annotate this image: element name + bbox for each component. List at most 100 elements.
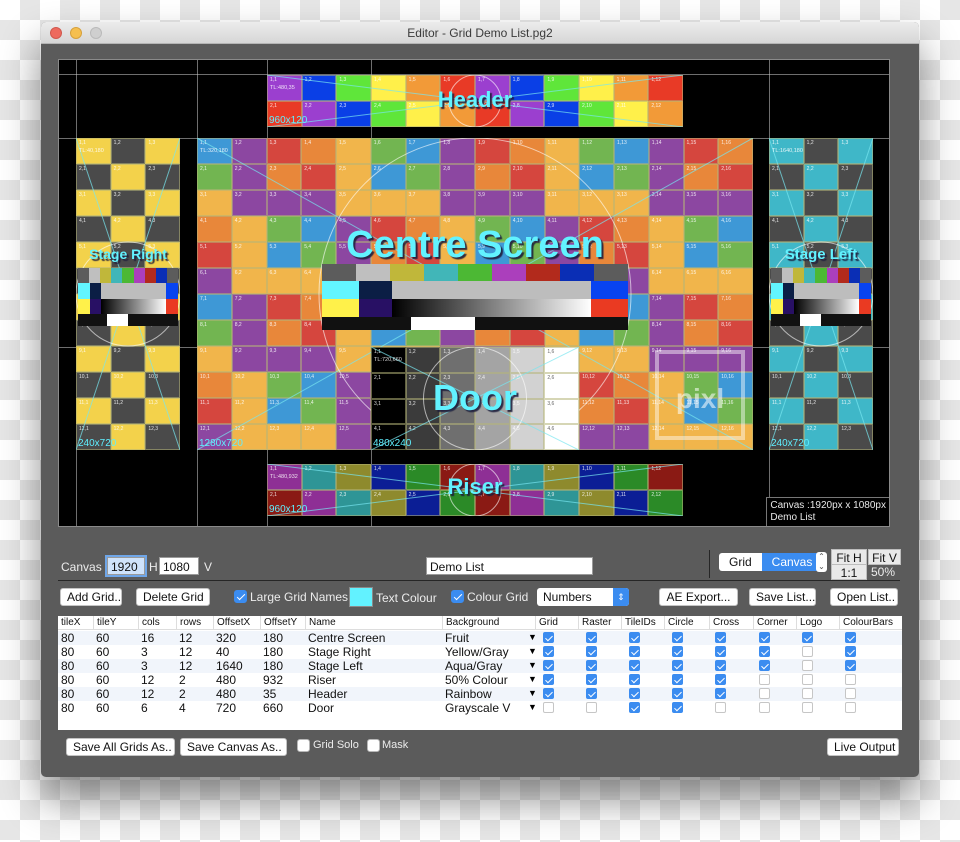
canvas-width-input[interactable]: 1920 (105, 555, 147, 577)
column-header[interactable]: Logo (796, 616, 822, 630)
colourbars-checkbox[interactable] (845, 632, 856, 643)
view-stepper[interactable]: ⌃ ⌄ (816, 552, 827, 572)
colourbars-checkbox[interactable] (845, 674, 856, 685)
background-dropdown-icon[interactable]: ▼ (528, 672, 537, 686)
open-list-button[interactable]: Open List.. (830, 588, 898, 606)
column-header[interactable]: Corner (753, 616, 788, 630)
cross-checkbox[interactable] (715, 702, 726, 713)
cross-checkbox[interactable] (715, 688, 726, 699)
cell-tiley[interactable]: 60 (96, 687, 109, 701)
column-header[interactable]: Raster (578, 616, 611, 630)
cell-rows[interactable]: 12 (179, 645, 192, 659)
cell-rows[interactable]: 2 (179, 687, 186, 701)
column-header[interactable]: Cross (709, 616, 739, 630)
column-header[interactable]: rows (176, 616, 201, 630)
column-header[interactable]: ColourBars (839, 616, 893, 630)
view-mode-segmented-control[interactable]: Grid Canvas (719, 553, 823, 571)
cell-tilex[interactable]: 80 (61, 673, 74, 687)
cross-checkbox[interactable] (715, 674, 726, 685)
cell-background[interactable]: Yellow/Gray (445, 645, 509, 659)
raster-checkbox[interactable] (586, 702, 597, 713)
column-header[interactable]: Name (305, 616, 336, 630)
cell-cols[interactable]: 3 (141, 645, 148, 659)
corner-checkbox[interactable] (759, 674, 770, 685)
grid-checkbox[interactable] (543, 660, 554, 671)
grid-stage-right[interactable]: 1,1 1,2 1,3 2,1 2,2 2,3 3,1 3,2 3,3 4,1 4,2 4,3 5,1 5… (76, 138, 180, 450)
cell-cols[interactable]: 6 (141, 701, 148, 715)
cell-name[interactable]: Stage Right (308, 645, 371, 659)
grid-solo-checkbox[interactable] (297, 739, 310, 752)
segment-grid[interactable]: Grid (719, 553, 762, 571)
cell-offsetx[interactable]: 480 (216, 687, 236, 701)
colourbars-checkbox[interactable] (845, 646, 856, 657)
grid-header[interactable]: 1,1 1,2 1,3 1,4 1,5 1,6 1,7 1,8 1,9 1,10 1,11 1,12 2… (267, 75, 683, 127)
cell-tilex[interactable]: 80 (61, 659, 74, 673)
logo-checkbox[interactable] (802, 674, 813, 685)
save-canvas-button[interactable]: Save Canvas As.. (180, 738, 287, 756)
cell-offsety[interactable]: 180 (263, 645, 283, 659)
colourbars-checkbox[interactable] (845, 660, 856, 671)
zoom-window-button[interactable] (90, 27, 102, 39)
column-header[interactable]: OffsetX (213, 616, 250, 630)
corner-checkbox[interactable] (759, 688, 770, 699)
table-row[interactable]: 80 60 3 12 40 180 Stage Right Yellow/Gray ▼ (58, 645, 902, 659)
cross-checkbox[interactable] (715, 632, 726, 643)
cell-offsety[interactable]: 180 (263, 659, 283, 673)
label-mode-select[interactable]: Numbers ⇕ (537, 588, 629, 606)
grid-table[interactable]: tileX tileY cols rows OffsetX OffsetY Name Back… (58, 616, 902, 730)
save-all-grids-button[interactable]: Save All Grids As.. (66, 738, 175, 756)
cell-background[interactable]: Fruit (445, 631, 469, 645)
column-header[interactable]: tileX (61, 616, 80, 630)
column-header[interactable]: TileIDs (621, 616, 656, 630)
grid-riser[interactable]: 1,1 1,2 1,3 1,4 1,5 1,6 1,7 1,8 1,9 1,10 1,11 1,12 2… (267, 464, 683, 516)
one-to-one-button[interactable]: 1:1 (831, 564, 867, 580)
logo-checkbox[interactable] (802, 688, 813, 699)
fit-h-button[interactable]: Fit H (831, 549, 867, 565)
logo-checkbox[interactable] (802, 660, 813, 671)
table-row[interactable]: 80 60 12 2 480 35 Header Rainbow ▼ (58, 687, 902, 701)
table-row[interactable]: 80 60 12 2 480 932 Riser 50% Colour ▼ (58, 673, 902, 687)
list-name-input[interactable]: Demo List (426, 557, 593, 575)
save-list-button[interactable]: Save List... (749, 588, 816, 606)
cell-background[interactable]: Rainbow (445, 687, 492, 701)
raster-checkbox[interactable] (586, 660, 597, 671)
cell-tilex[interactable]: 80 (61, 645, 74, 659)
column-header[interactable]: cols (138, 616, 160, 630)
colourbars-checkbox[interactable] (845, 702, 856, 713)
corner-checkbox[interactable] (759, 702, 770, 713)
cell-rows[interactable]: 12 (179, 631, 192, 645)
cell-background[interactable]: 50% Colour (445, 673, 508, 687)
cell-cols[interactable]: 12 (141, 687, 154, 701)
cell-cols[interactable]: 16 (141, 631, 154, 645)
cell-offsety[interactable]: 660 (263, 701, 283, 715)
large-grid-names-checkbox[interactable] (234, 590, 247, 603)
tileids-checkbox[interactable] (629, 702, 640, 713)
cell-name[interactable]: Stage Left (308, 659, 363, 673)
logo-checkbox[interactable] (802, 646, 813, 657)
mask-checkbox[interactable] (367, 739, 380, 752)
canvas-preview[interactable]: 1,1 1,2 1,3 1,4 1,5 1,6 1,7 1,8 1,9 1,10 1,11 1,12 2… (58, 59, 890, 527)
circle-checkbox[interactable] (672, 646, 683, 657)
cell-background[interactable]: Grayscale V (445, 701, 510, 715)
tileids-checkbox[interactable] (629, 688, 640, 699)
column-header[interactable]: Grid (535, 616, 558, 630)
circle-checkbox[interactable] (672, 702, 683, 713)
table-row[interactable]: 80 60 3 12 1640 180 Stage Left Aqua/Gray ▼ (58, 659, 902, 673)
background-dropdown-icon[interactable]: ▼ (528, 630, 537, 644)
corner-checkbox[interactable] (759, 660, 770, 671)
close-window-button[interactable] (50, 27, 62, 39)
column-header[interactable]: OffsetY (260, 616, 297, 630)
cross-checkbox[interactable] (715, 660, 726, 671)
raster-checkbox[interactable] (586, 646, 597, 657)
cell-tiley[interactable]: 60 (96, 659, 109, 673)
cell-tilex[interactable]: 80 (61, 631, 74, 645)
corner-checkbox[interactable] (759, 646, 770, 657)
background-dropdown-icon[interactable]: ▼ (528, 644, 537, 658)
grid-checkbox[interactable] (543, 646, 554, 657)
grid-door[interactable]: 1,1 1,2 1,3 1,4 1,5 1,6 2,1 2,2 2,3 2,4 2,5 2,6 3,1 3… (371, 347, 579, 450)
cell-tiley[interactable]: 60 (96, 645, 109, 659)
fit-v-button[interactable]: Fit V (868, 549, 901, 565)
cell-rows[interactable]: 12 (179, 659, 192, 673)
cell-tilex[interactable]: 80 (61, 701, 74, 715)
grid-checkbox[interactable] (543, 702, 554, 713)
